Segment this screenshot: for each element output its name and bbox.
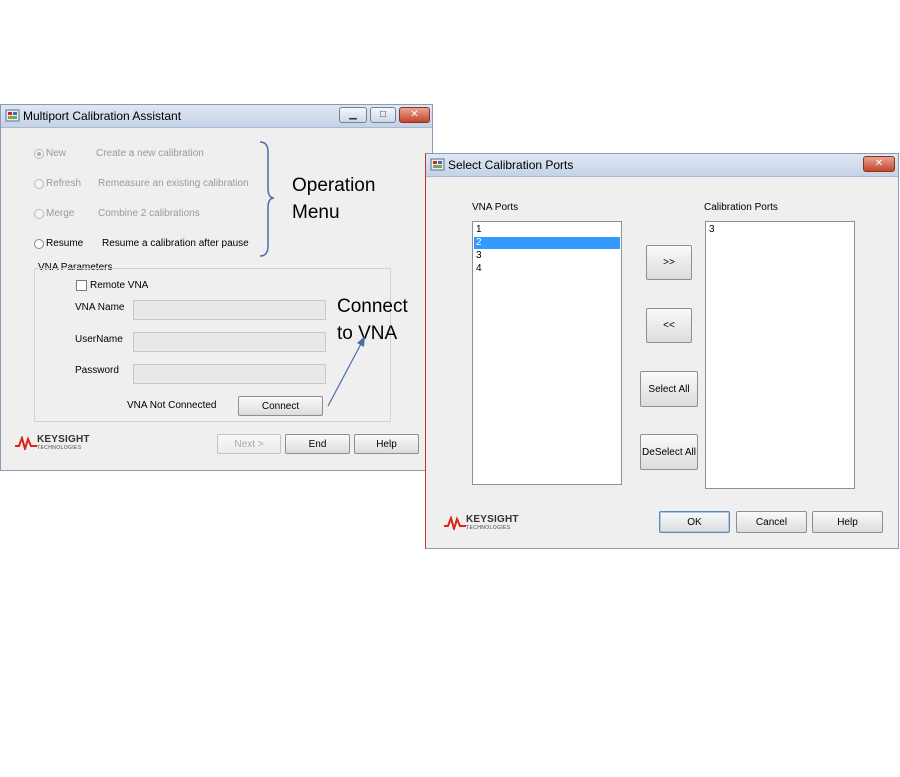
remove-port-button[interactable]: <<: [646, 308, 692, 343]
help-button[interactable]: Help: [354, 434, 419, 454]
keysight-logo-text: KEYSIGHT: [466, 514, 519, 525]
list-item[interactable]: 2: [474, 237, 620, 249]
remote-vna-label: Remote VNA: [90, 280, 149, 291]
keysight-wave-icon: [15, 436, 37, 450]
add-port-button[interactable]: >>: [646, 245, 692, 280]
radio-merge-description: Combine 2 calibrations: [98, 208, 200, 219]
operation-menu-annotation: Operation Menu: [292, 172, 375, 226]
password-field[interactable]: [133, 364, 326, 384]
keysight-logo-subtext: TECHNOLOGIES: [466, 525, 511, 531]
vna-name-label: VNA Name: [75, 302, 125, 313]
radio-refresh-label: Refresh: [46, 178, 82, 189]
app-icon: [430, 158, 445, 171]
window2-title: Select Calibration Ports: [448, 158, 574, 172]
radio-resume-description: Resume a calibration after pause: [102, 238, 249, 249]
radio-resume[interactable]: [34, 239, 44, 249]
help-button[interactable]: Help: [812, 511, 883, 533]
connect-arrow: [327, 336, 365, 407]
list-item[interactable]: 4: [474, 263, 620, 275]
window1-titlebar[interactable]: Multiport Calibration Assistant ▁ □ ✕: [1, 105, 432, 128]
radio-new-label: New: [46, 148, 67, 159]
vna-ports-label: VNA Ports: [472, 202, 519, 213]
keysight-logo: KEYSIGHT TECHNOLOGIES: [444, 514, 534, 536]
select-all-button[interactable]: Select All: [640, 371, 698, 407]
window2-titlebar[interactable]: Select Calibration Ports ✕: [426, 154, 898, 177]
radio-merge[interactable]: [34, 209, 44, 219]
close-button[interactable]: ✕: [863, 156, 895, 172]
keysight-logo-text: KEYSIGHT: [37, 434, 90, 445]
password-label: Password: [75, 365, 119, 376]
window1-title: Multiport Calibration Assistant: [23, 109, 182, 123]
remote-vna-checkbox[interactable]: [76, 280, 87, 291]
end-button[interactable]: End: [285, 434, 350, 454]
radio-merge-label: Merge: [46, 208, 75, 219]
list-item[interactable]: 1: [474, 224, 620, 236]
app-icon: [5, 109, 20, 122]
connect-to-vna-line1: Connect: [337, 296, 408, 317]
radio-resume-label: Resume: [46, 238, 84, 249]
radio-refresh[interactable]: [34, 179, 44, 189]
next-button[interactable]: Next >: [217, 434, 281, 454]
list-item[interactable]: 3: [474, 250, 620, 262]
username-field[interactable]: [133, 332, 326, 352]
calibration-ports-list[interactable]: 3: [705, 221, 855, 489]
vna-ports-list[interactable]: 1 2 3 4: [472, 221, 622, 485]
keysight-logo-subtext: TECHNOLOGIES: [37, 445, 82, 451]
select-calibration-ports-window: Select Calibration Ports ✕ VNA Ports 1 2…: [425, 153, 899, 549]
username-label: UserName: [75, 334, 123, 345]
radio-new[interactable]: [34, 149, 44, 159]
calibration-ports-label: Calibration Ports: [704, 202, 778, 213]
connect-button[interactable]: Connect: [238, 396, 323, 416]
operation-menu-line2: Menu: [292, 202, 340, 223]
maximize-button[interactable]: □: [370, 107, 396, 123]
list-item[interactable]: 3: [707, 224, 853, 236]
ok-button[interactable]: OK: [659, 511, 730, 533]
operation-menu-line1: Operation: [292, 175, 376, 196]
deselect-all-button[interactable]: DeSelect All: [640, 434, 698, 470]
operation-menu-brace: [259, 141, 275, 257]
radio-refresh-description: Remeasure an existing calibration: [98, 178, 249, 189]
radio-new-description: Create a new calibration: [96, 148, 204, 159]
keysight-logo: KEYSIGHT TECHNOLOGIES: [15, 434, 105, 456]
close-button[interactable]: ✕: [399, 107, 430, 123]
vna-name-field[interactable]: [133, 300, 326, 320]
keysight-wave-icon: [444, 516, 466, 530]
minimize-button[interactable]: ▁: [339, 107, 367, 123]
cancel-button[interactable]: Cancel: [736, 511, 807, 533]
vna-status-text: VNA Not Connected: [127, 400, 217, 411]
